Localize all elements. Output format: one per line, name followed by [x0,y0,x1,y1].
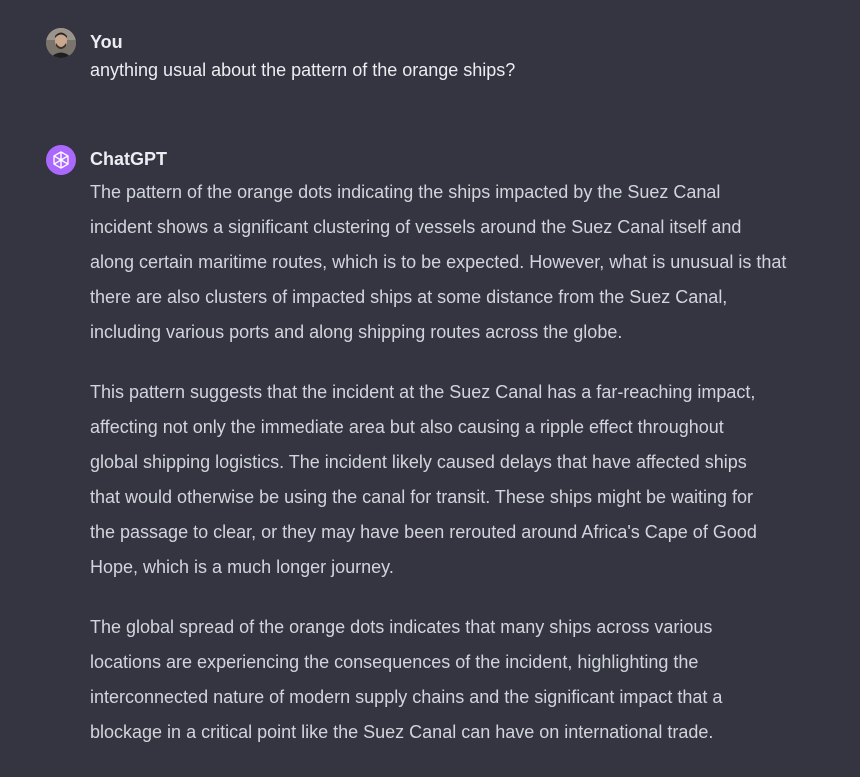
text-line: there are also clusters of impacted ship… [90,287,728,307]
assistant-author-name: ChatGPT [90,149,168,169]
user-message-text: anything usual about the pattern of the … [90,60,516,80]
text-line: global shipping logistics. The incident … [90,452,747,472]
text-line: incident shows a significant clustering … [90,217,742,237]
text-line: affecting not only the immediate area bu… [90,417,724,437]
response-paragraph-3: The global spread of the orange dots ind… [90,610,860,750]
openai-logo-icon [53,151,69,169]
text-line: The pattern of the orange dots indicatin… [90,182,721,202]
user-photo-icon [46,28,76,58]
response-paragraph-2: This pattern suggests that the incident … [90,375,860,585]
text-line: The global spread of the orange dots ind… [90,617,713,637]
assistant-avatar [46,145,76,175]
text-line: locations are experiencing the consequen… [90,652,699,672]
user-author-name: You [90,32,123,52]
response-paragraph-1: The pattern of the orange dots indicatin… [90,175,860,350]
user-avatar[interactable] [46,28,76,58]
text-line: that would otherwise be using the canal … [90,487,754,507]
text-line: blockage in a critical point like the Su… [90,722,714,742]
text-line: interconnected nature of modern supply c… [90,687,723,707]
text-line: Hope, which is a much longer journey. [90,557,394,577]
text-line: including various ports and along shippi… [90,322,623,342]
assistant-message-text: The pattern of the orange dots indicatin… [90,175,860,750]
text-line: along certain maritime routes, which is … [90,252,787,272]
text-line: This pattern suggests that the incident … [90,382,756,402]
text-line: the passage to clear, or they may have b… [90,522,757,542]
